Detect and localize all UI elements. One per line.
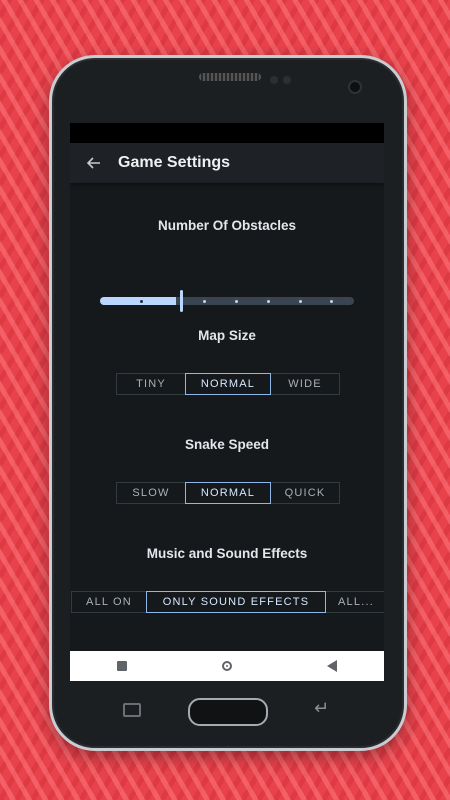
slider-tick xyxy=(235,300,238,303)
audio-label: Music and Sound Effects xyxy=(146,546,308,561)
slider-tick xyxy=(140,300,143,303)
arrow-left-icon[interactable] xyxy=(82,151,106,175)
obstacles-label: Number Of Obstacles xyxy=(157,218,297,233)
snake-speed-selector: SLOW NORMAL QUICK xyxy=(116,482,340,504)
slider-tick xyxy=(299,300,302,303)
slider-tick xyxy=(330,300,333,303)
circle-icon[interactable] xyxy=(221,661,232,671)
light-sensor xyxy=(283,76,291,84)
app-screen: Game Settings Number Of Obstacles Map Si… xyxy=(70,123,384,681)
map-size-selector: TINY NORMAL WIDE xyxy=(116,373,340,395)
settings-content: Number Of Obstacles Map Size TINY NORMAL W… xyxy=(70,183,384,633)
status-bar xyxy=(70,123,384,143)
map-size-label: Map Size xyxy=(198,328,256,343)
slider-tick xyxy=(267,300,270,303)
front-camera xyxy=(348,80,362,94)
slider-thumb[interactable] xyxy=(180,290,183,312)
map-size-option-tiny[interactable]: TINY xyxy=(116,373,186,395)
hardware-recent-button[interactable] xyxy=(123,703,141,717)
slider-tick xyxy=(203,300,206,303)
proximity-sensor xyxy=(270,76,278,84)
system-nav-bar xyxy=(70,651,384,681)
snake-speed-option-normal[interactable]: NORMAL xyxy=(185,482,271,504)
audio-option-only-sound-effects[interactable]: ONLY SOUND EFFECTS xyxy=(146,591,326,613)
audio-option-all-on[interactable]: ALL ON xyxy=(71,591,147,613)
phone-frame: Game Settings Number Of Obstacles Map Si… xyxy=(49,55,407,751)
map-size-option-wide[interactable]: WIDE xyxy=(270,373,340,395)
triangle-back-icon[interactable] xyxy=(326,660,337,672)
audio-option-all[interactable]: ALL... xyxy=(325,591,384,613)
audio-selector: ALL ON ONLY SOUND EFFECTS ALL... xyxy=(71,591,384,613)
map-size-option-normal[interactable]: NORMAL xyxy=(185,373,271,395)
snake-speed-option-slow[interactable]: SLOW xyxy=(116,482,186,504)
square-icon[interactable] xyxy=(117,661,128,671)
snake-speed-label: Snake Speed xyxy=(184,437,270,452)
earpiece-speaker xyxy=(199,73,261,81)
app-bar: Game Settings xyxy=(70,143,384,183)
hardware-home-button[interactable] xyxy=(188,698,268,726)
page-title: Game Settings xyxy=(118,154,231,171)
slider-fill xyxy=(100,297,176,305)
obstacles-slider[interactable] xyxy=(100,290,354,312)
snake-speed-option-quick[interactable]: QUICK xyxy=(270,482,340,504)
hardware-back-icon[interactable]: ↵ xyxy=(314,698,329,719)
